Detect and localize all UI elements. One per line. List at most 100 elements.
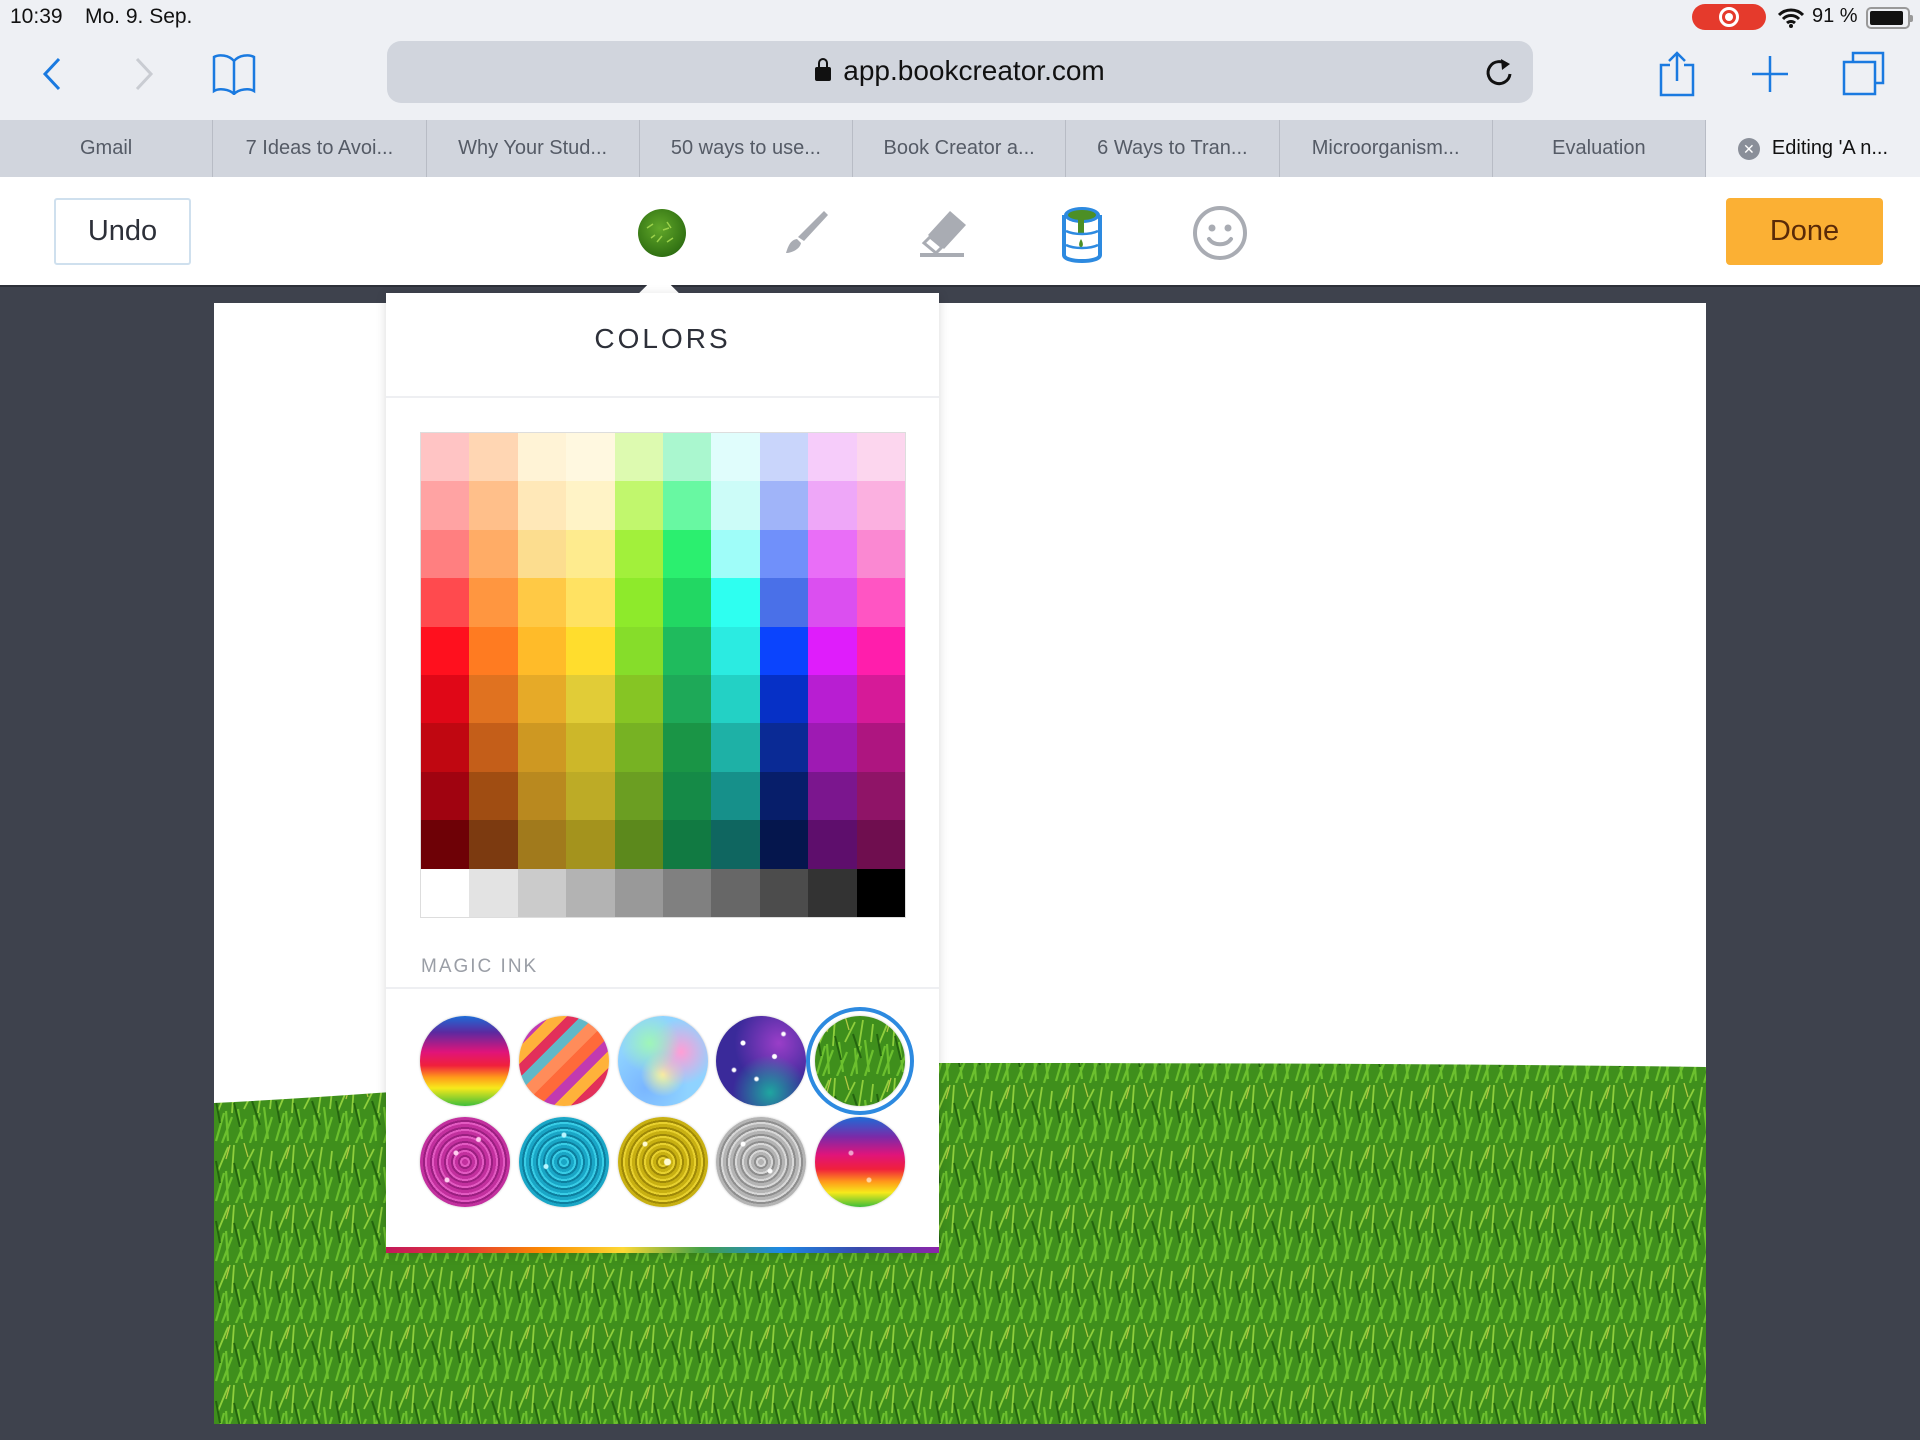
done-button[interactable]: Done (1726, 198, 1883, 265)
color-swatch[interactable] (808, 433, 857, 482)
color-swatch[interactable] (663, 820, 712, 869)
color-swatch[interactable] (517, 481, 567, 530)
color-swatch[interactable] (469, 675, 518, 724)
color-swatch[interactable] (711, 723, 760, 772)
color-swatch[interactable] (663, 578, 712, 627)
color-swatch[interactable] (808, 481, 857, 530)
magic-ink-galaxy[interactable] (716, 1016, 806, 1106)
tab-evaluation[interactable]: Evaluation (1493, 120, 1706, 177)
color-swatch[interactable] (759, 433, 809, 482)
color-swatch[interactable] (663, 626, 712, 675)
magic-ink-prism-stripes[interactable] (519, 1016, 609, 1106)
color-swatch[interactable] (566, 626, 615, 675)
color-swatch[interactable] (856, 868, 905, 917)
color-swatch[interactable] (856, 723, 905, 772)
color-picker-button[interactable] (632, 203, 692, 263)
color-swatch[interactable] (759, 723, 809, 772)
color-swatch[interactable] (421, 529, 470, 579)
color-swatch[interactable] (759, 868, 809, 917)
color-swatch[interactable] (421, 626, 470, 675)
color-swatch[interactable] (663, 675, 712, 724)
color-swatch[interactable] (856, 578, 905, 627)
color-swatch[interactable] (421, 433, 470, 482)
color-swatch[interactable] (469, 820, 518, 869)
color-swatch[interactable] (517, 626, 567, 675)
tab-gmail[interactable]: Gmail (0, 120, 214, 177)
fill-tool-button[interactable] (1052, 203, 1112, 263)
color-swatch[interactable] (663, 433, 712, 482)
color-swatch[interactable] (759, 820, 809, 869)
color-swatch[interactable] (759, 481, 809, 530)
color-swatch[interactable] (711, 771, 760, 821)
color-swatch[interactable] (711, 868, 760, 917)
color-swatch[interactable] (566, 868, 615, 917)
color-swatch[interactable] (469, 433, 518, 482)
color-swatch[interactable] (808, 820, 857, 869)
color-swatch[interactable] (614, 626, 663, 675)
color-swatch[interactable] (759, 578, 809, 627)
color-swatch[interactable] (566, 820, 615, 869)
color-swatch[interactable] (469, 578, 518, 627)
color-swatch[interactable] (663, 868, 712, 917)
color-swatch[interactable] (808, 675, 857, 724)
color-swatch[interactable] (517, 868, 567, 917)
color-swatch[interactable] (614, 771, 663, 821)
color-swatch[interactable] (517, 820, 567, 869)
back-button[interactable] (32, 52, 72, 96)
color-swatch[interactable] (421, 675, 470, 724)
tab-microorganism[interactable]: Microorganism... (1280, 120, 1493, 177)
color-swatch[interactable] (566, 675, 615, 724)
color-swatch[interactable] (711, 529, 760, 579)
color-swatch[interactable] (759, 675, 809, 724)
forward-button[interactable] (124, 52, 164, 96)
color-swatch[interactable] (759, 626, 809, 675)
color-swatch[interactable] (517, 529, 567, 579)
tab-book-creator[interactable]: Book Creator a... (853, 120, 1067, 177)
color-swatch[interactable] (711, 578, 760, 627)
color-swatch[interactable] (808, 626, 857, 675)
color-swatch[interactable] (808, 578, 857, 627)
color-swatch[interactable] (421, 481, 470, 530)
color-swatch[interactable] (711, 675, 760, 724)
color-swatch[interactable] (614, 529, 663, 579)
bookmarks-button[interactable] (210, 52, 258, 96)
color-swatch[interactable] (711, 820, 760, 869)
color-swatch[interactable] (469, 771, 518, 821)
color-swatch[interactable] (421, 771, 470, 821)
color-swatch[interactable] (566, 529, 615, 579)
color-swatch[interactable] (808, 723, 857, 772)
address-bar[interactable]: app.bookcreator.com (387, 41, 1533, 103)
new-tab-button[interactable] (1748, 52, 1792, 96)
eraser-tool-button[interactable] (914, 203, 974, 263)
tab-6-ways[interactable]: 6 Ways to Tran... (1066, 120, 1280, 177)
tab-editing-active[interactable]: ✕ Editing 'A n... (1706, 120, 1920, 177)
tab-7-ideas[interactable]: 7 Ideas to Avoi... (213, 120, 427, 177)
color-swatch[interactable] (808, 868, 857, 917)
pen-tool-button[interactable] (776, 203, 836, 263)
color-swatch[interactable] (421, 868, 470, 917)
color-swatch[interactable] (517, 433, 567, 482)
magic-ink-watercolor-pastel[interactable] (618, 1016, 708, 1106)
tab-50-ways[interactable]: 50 ways to use... (640, 120, 853, 177)
color-swatch[interactable] (469, 868, 518, 917)
color-swatch[interactable] (663, 771, 712, 821)
color-swatch[interactable] (759, 771, 809, 821)
tab-why-your-students[interactable]: Why Your Stud... (427, 120, 640, 177)
color-swatch[interactable] (566, 723, 615, 772)
magic-ink-gold-glitter[interactable] (618, 1117, 708, 1207)
color-swatch[interactable] (808, 771, 857, 821)
color-swatch[interactable] (469, 723, 518, 772)
emoji-tool-button[interactable] (1190, 203, 1250, 263)
color-swatch[interactable] (856, 820, 905, 869)
color-swatch[interactable] (566, 481, 615, 530)
color-swatch[interactable] (614, 868, 663, 917)
color-swatch[interactable] (566, 771, 615, 821)
magic-ink-rainbow-gradient[interactable] (420, 1016, 510, 1106)
color-swatch[interactable] (856, 675, 905, 724)
color-swatch[interactable] (711, 481, 760, 530)
magic-ink-grass[interactable] (806, 1007, 914, 1115)
color-swatch[interactable] (759, 529, 809, 579)
color-swatch[interactable] (517, 771, 567, 821)
close-tab-icon[interactable]: ✕ (1737, 137, 1760, 160)
color-swatch[interactable] (421, 578, 470, 627)
